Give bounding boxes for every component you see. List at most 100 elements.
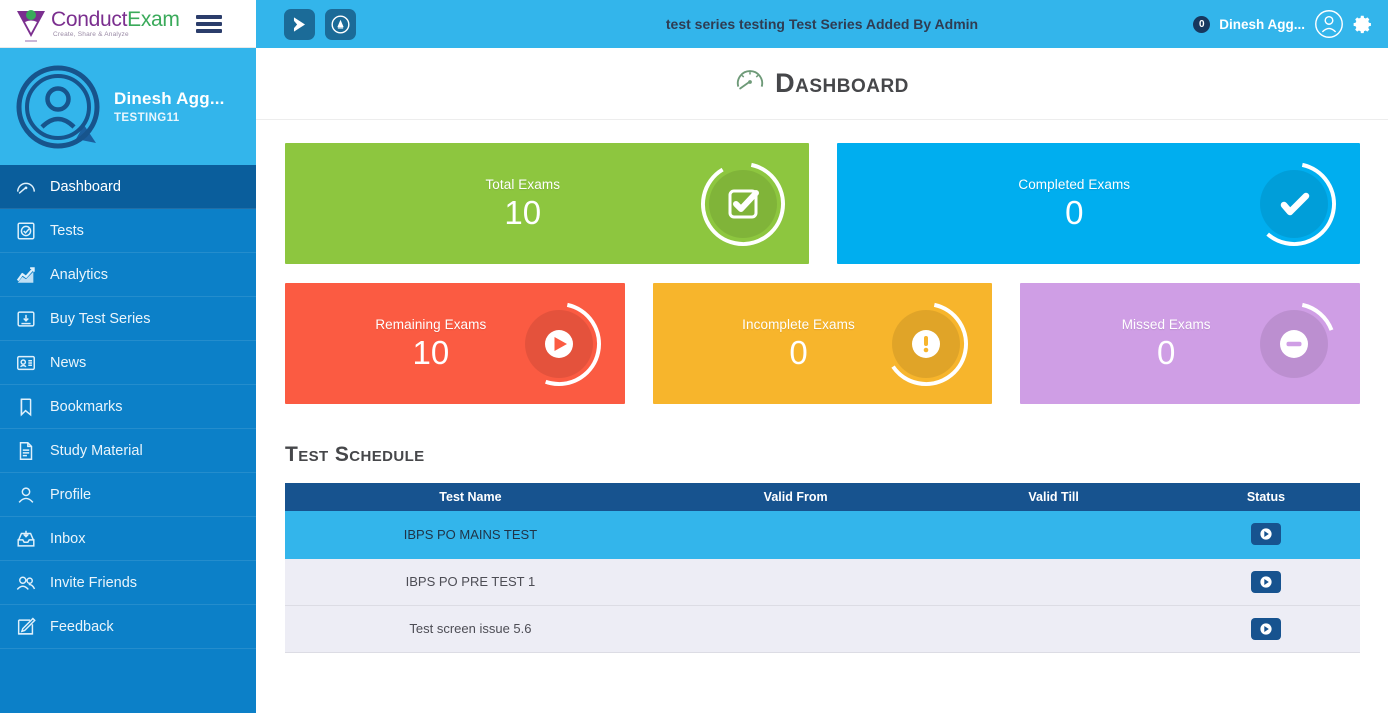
inbox-icon [13,526,38,551]
sidebar-item-analytics[interactable]: Analytics [0,253,256,297]
checkbox-check-icon [695,156,791,252]
sidebar-item-inbox[interactable]: Inbox [0,517,256,561]
gear-icon[interactable] [1353,14,1374,35]
stat-card-value: 0 [742,336,855,371]
brand-logo[interactable]: ConductExam Create, Share & Analyze [0,6,180,42]
sidebar-item-label: Inbox [50,531,85,547]
check-icon [1246,156,1342,252]
sidebar-item-label: Dashboard [50,179,121,195]
sidebar-item-bookmarks[interactable]: Bookmarks [0,385,256,429]
people-icon [13,570,38,595]
stat-card-incomplete-exams[interactable]: Incomplete Exams 0 [653,283,993,404]
test-schedule-table: Test NameValid FromValid TillStatus IBPS… [285,483,1360,653]
table-header-status[interactable]: Status [1172,483,1360,511]
person-icon [13,482,38,507]
cell-valid-till [935,511,1172,558]
stat-card-value: 0 [1018,196,1130,231]
cell-status [1172,511,1360,558]
cell-status [1172,558,1360,605]
message-count-badge[interactable]: 0 [1193,16,1210,33]
sidebar-item-profile[interactable]: Profile [0,473,256,517]
stat-card-label: Missed Exams [1122,317,1211,332]
sidebar-item-label: Bookmarks [50,399,123,415]
stat-card-label: Total Exams [485,177,560,192]
brand-tagline: Create, Share & Analyze [51,31,180,38]
sidebar-item-label: Profile [50,487,91,503]
sidebar-item-tests[interactable]: Tests [0,209,256,253]
stat-card-missed-exams[interactable]: Missed Exams 0 [1020,283,1360,404]
speedometer-icon [735,66,765,101]
sidebar-profile-name: Dinesh Agg... [114,89,225,109]
sidebar-profile-card[interactable]: Dinesh Agg... TESTING11 [0,48,256,165]
play-circle-icon [511,296,607,392]
play-circle-icon[interactable] [1251,523,1281,545]
cell-status [1172,605,1360,652]
sidebar-item-label: Feedback [50,619,114,635]
top-bar-user-name[interactable]: Dinesh Agg... [1219,17,1305,32]
stat-card-remaining-exams[interactable]: Remaining Exams 10 [285,283,625,404]
table-head: Test NameValid FromValid TillStatus [285,483,1360,511]
stat-card-text: Total Exams 10 [485,177,608,231]
stat-card-total-exams[interactable]: Total Exams 10 [285,143,809,264]
test-schedule-title: Test Schedule [285,443,1360,467]
sidebar-item-label: Buy Test Series [50,311,150,327]
stat-card-text: Missed Exams 0 [1122,317,1259,371]
table-header-test-name[interactable]: Test Name [285,483,656,511]
stat-card-row-2: Remaining Exams10Incomplete Exams0Missed… [285,283,1360,404]
play-circle-icon[interactable] [1251,618,1281,640]
document-icon [13,438,38,463]
cell-test-name: IBPS PO MAINS TEST [285,511,656,558]
sidebar-nav: Dashboard Tests Analytics Buy Test Series Ne… [0,165,256,649]
test-schedule-section: Test Schedule Test NameValid FromValid T… [256,423,1388,653]
store-links [284,9,356,40]
sidebar-item-label: Analytics [50,267,108,283]
brand-name-part2: Exam [127,8,179,31]
table-row[interactable]: IBPS PO PRE TEST 1 [285,558,1360,605]
stat-card-value: 0 [1122,336,1211,371]
sidebar-item-label: News [50,355,86,371]
cell-valid-from [656,558,936,605]
table-row[interactable]: IBPS PO MAINS TEST [285,511,1360,558]
google-play-icon[interactable] [284,9,315,40]
app-store-icon[interactable] [325,9,356,40]
sidebar-item-feedback[interactable]: Feedback [0,605,256,649]
box-download-icon [13,306,38,331]
table-row[interactable]: Test screen issue 5.6 [285,605,1360,652]
table-body: IBPS PO MAINS TESTIBPS PO PRE TEST 1Test… [285,511,1360,652]
stat-card-value: 10 [375,336,486,371]
sidebar-item-dashboard[interactable]: Dashboard [0,165,256,209]
stat-card-value: 10 [485,196,560,231]
logo-bar: ConductExam Create, Share & Analyze [0,0,256,48]
stat-card-label: Completed Exams [1018,177,1130,192]
stat-card-row-1: Total Exams 10 Completed Exams 0 [285,143,1360,264]
main-content: Dashboard Total Exams 10 Completed Exams 0 … [256,48,1388,713]
sidebar-item-label: Tests [50,223,84,239]
top-bar-actions: 0 Dinesh Agg... [1193,9,1388,39]
page-header: Dashboard [256,48,1388,120]
stat-card-text: Completed Exams 0 [1018,177,1178,231]
shield-person-logo-icon [14,6,48,42]
table-header-row: Test NameValid FromValid TillStatus [285,483,1360,511]
sidebar-item-label: Invite Friends [50,575,137,591]
hamburger-menu-icon[interactable] [196,12,222,36]
table-header-valid-till[interactable]: Valid Till [935,483,1172,511]
top-bar: test series testing Test Series Added By… [256,0,1388,48]
sidebar-item-news[interactable]: News [0,341,256,385]
sidebar: Dinesh Agg... TESTING11 Dashboard Tests An… [0,48,256,713]
test-checklist-icon [13,218,38,243]
play-circle-icon[interactable] [1251,571,1281,593]
exclamation-icon [878,296,974,392]
sidebar-item-buy-test-series[interactable]: Buy Test Series [0,297,256,341]
user-avatar-icon [14,63,102,151]
app-root: ConductExam Create, Share & Analyze [0,0,1388,713]
user-circle-icon[interactable] [1314,9,1344,39]
news-card-icon [13,350,38,375]
sidebar-item-invite-friends[interactable]: Invite Friends [0,561,256,605]
stat-cards: Total Exams 10 Completed Exams 0 Remaining … [256,120,1388,404]
sidebar-profile-username: TESTING11 [114,112,225,124]
stat-card-label: Incomplete Exams [742,317,855,332]
stat-card-completed-exams[interactable]: Completed Exams 0 [837,143,1361,264]
sidebar-item-study-material[interactable]: Study Material [0,429,256,473]
table-header-valid-from[interactable]: Valid From [656,483,936,511]
stat-card-label: Remaining Exams [375,317,486,332]
